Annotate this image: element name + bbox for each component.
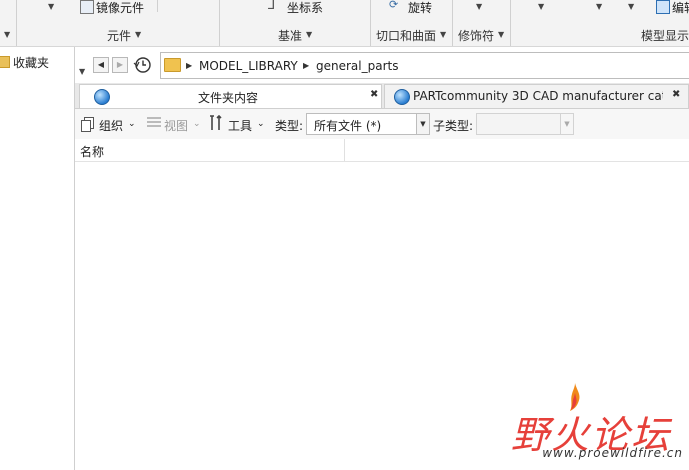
type-label: 类型: bbox=[275, 119, 304, 133]
history-clock-icon bbox=[133, 57, 151, 73]
display-dropdown-icon-2[interactable]: ▼ bbox=[596, 2, 602, 11]
type-select-value: 所有文件 (*) bbox=[314, 119, 382, 133]
ribbon-separator bbox=[510, 0, 511, 46]
back-button[interactable]: ◀ bbox=[93, 57, 109, 73]
watermark-url: www.proewildfire.cn bbox=[542, 446, 683, 460]
tab-partcommunity[interactable]: PARTcommunity 3D CAD manufacturer cata ✖ bbox=[384, 84, 689, 108]
file-toolbar: 组织 ⌄ 视图 ⌄ 工具 ⌄ 类型: 所有文件 (*) ▼ 子类型: ▼ bbox=[75, 109, 689, 140]
mirror-component-button[interactable]: 镜像元件 bbox=[96, 0, 144, 16]
modifiers-dropdown-icon[interactable]: ▼ bbox=[476, 2, 482, 11]
favorites-folder-icon bbox=[0, 56, 10, 68]
list-header: 名称 bbox=[75, 139, 689, 162]
column-header-name[interactable]: 名称 bbox=[80, 143, 104, 160]
group-label-modifiers[interactable]: 修饰符 bbox=[458, 27, 494, 44]
ribbon-separator bbox=[452, 0, 453, 46]
cut-surface-group-dropdown-icon[interactable]: ▼ bbox=[440, 30, 446, 39]
back-arrow-icon: ◀ bbox=[97, 60, 105, 69]
history-button[interactable] bbox=[133, 55, 151, 73]
address-bar[interactable]: ▶ MODEL_LIBRARY ▶ general_parts bbox=[160, 52, 689, 79]
breadcrumb-general-parts[interactable]: general_parts bbox=[316, 59, 398, 73]
browser-globe-icon bbox=[94, 89, 110, 105]
display-dropdown-icon-1[interactable]: ▼ bbox=[538, 2, 544, 11]
column-divider[interactable] bbox=[344, 139, 345, 161]
tools-menu[interactable]: 工具 bbox=[228, 117, 252, 134]
ribbon-separator bbox=[16, 0, 17, 46]
view-icon bbox=[147, 117, 161, 129]
mirror-component-icon bbox=[80, 0, 94, 14]
close-tab-icon[interactable]: ✖ bbox=[672, 89, 680, 100]
favorites-label[interactable]: 收藏夹 bbox=[13, 54, 49, 71]
group-label-components[interactable]: 元件 bbox=[107, 27, 131, 44]
revolve-button[interactable]: 旋转 bbox=[408, 0, 432, 16]
tools-icon bbox=[209, 114, 223, 131]
revolve-icon: ⟳ bbox=[389, 0, 399, 11]
organize-chevron-down-icon[interactable]: ⌄ bbox=[128, 119, 136, 129]
group-label-datum[interactable]: 基准 bbox=[278, 27, 302, 44]
browser-globe-icon bbox=[394, 89, 410, 105]
ribbon-left-dropdown-icon[interactable]: ▼ bbox=[4, 30, 10, 39]
favorites-panel: 收藏夹 bbox=[0, 47, 75, 470]
tab-folder-contents[interactable]: 文件夹内容 ✖ bbox=[79, 84, 382, 108]
ribbon-separator bbox=[157, 0, 158, 12]
view-chevron-down-icon[interactable]: ⌄ bbox=[193, 119, 201, 129]
ribbon-separator bbox=[370, 0, 371, 46]
type-dropdown-icon[interactable]: ▼ bbox=[416, 113, 430, 135]
modifiers-group-dropdown-icon[interactable]: ▼ bbox=[498, 30, 504, 39]
components-dropdown-icon[interactable]: ▼ bbox=[48, 2, 54, 11]
breadcrumb-arrow-icon[interactable]: ▶ bbox=[186, 61, 192, 70]
forward-arrow-icon: ▶ bbox=[116, 60, 124, 69]
datum-group-dropdown-icon[interactable]: ▼ bbox=[306, 30, 312, 39]
breadcrumb-arrow-icon[interactable]: ▶ bbox=[303, 61, 309, 70]
subtype-dropdown-icon[interactable]: ▼ bbox=[560, 113, 574, 135]
view-menu[interactable]: 视图 bbox=[164, 117, 188, 134]
subtype-select[interactable] bbox=[476, 113, 562, 135]
forward-button[interactable]: ▶ bbox=[112, 57, 128, 73]
coordinate-system-button[interactable]: 坐标系 bbox=[287, 0, 323, 16]
components-group-dropdown-icon[interactable]: ▼ bbox=[135, 30, 141, 39]
ribbon: ▼ ▼ 镜像元件 元件 ▼ ⅃ 坐标系 基准 ▼ ⟳ 旋转 切口和曲面 ▼ ▼ … bbox=[0, 0, 689, 47]
tab-label-clip: PARTcommunity 3D CAD manufacturer cata bbox=[413, 85, 663, 109]
tab-label: PARTcommunity 3D CAD manufacturer cata bbox=[413, 89, 663, 103]
organize-menu[interactable]: 组织 bbox=[99, 117, 123, 134]
breadcrumb-model-library[interactable]: MODEL_LIBRARY bbox=[199, 59, 298, 73]
collapse-arrow-icon[interactable]: ▼ bbox=[79, 67, 85, 76]
edit-icon bbox=[656, 0, 670, 14]
display-dropdown-icon-3[interactable]: ▼ bbox=[628, 2, 634, 11]
group-label-cut-and-surface[interactable]: 切口和曲面 bbox=[376, 27, 436, 44]
tab-label: 文件夹内容 bbox=[198, 91, 259, 105]
tab-strip: 文件夹内容 ✖ PARTcommunity 3D CAD manufacture… bbox=[75, 83, 689, 109]
ribbon-separator bbox=[219, 0, 220, 46]
edit-button[interactable]: 编辑 bbox=[672, 0, 689, 16]
coordinate-system-icon: ⅃ bbox=[268, 0, 276, 13]
address-row: ▼ ◀ ▶ ▶ MODEL_LIBRARY ▶ general_parts bbox=[75, 47, 689, 83]
close-tab-icon[interactable]: ✖ bbox=[370, 89, 378, 100]
group-label-model-display[interactable]: 模型显示 bbox=[641, 27, 689, 44]
organize-icon bbox=[81, 117, 94, 132]
subtype-label: 子类型: bbox=[433, 119, 474, 133]
type-select[interactable]: 所有文件 (*) bbox=[306, 113, 417, 135]
tools-chevron-down-icon[interactable]: ⌄ bbox=[257, 119, 265, 129]
folder-icon bbox=[164, 58, 181, 72]
